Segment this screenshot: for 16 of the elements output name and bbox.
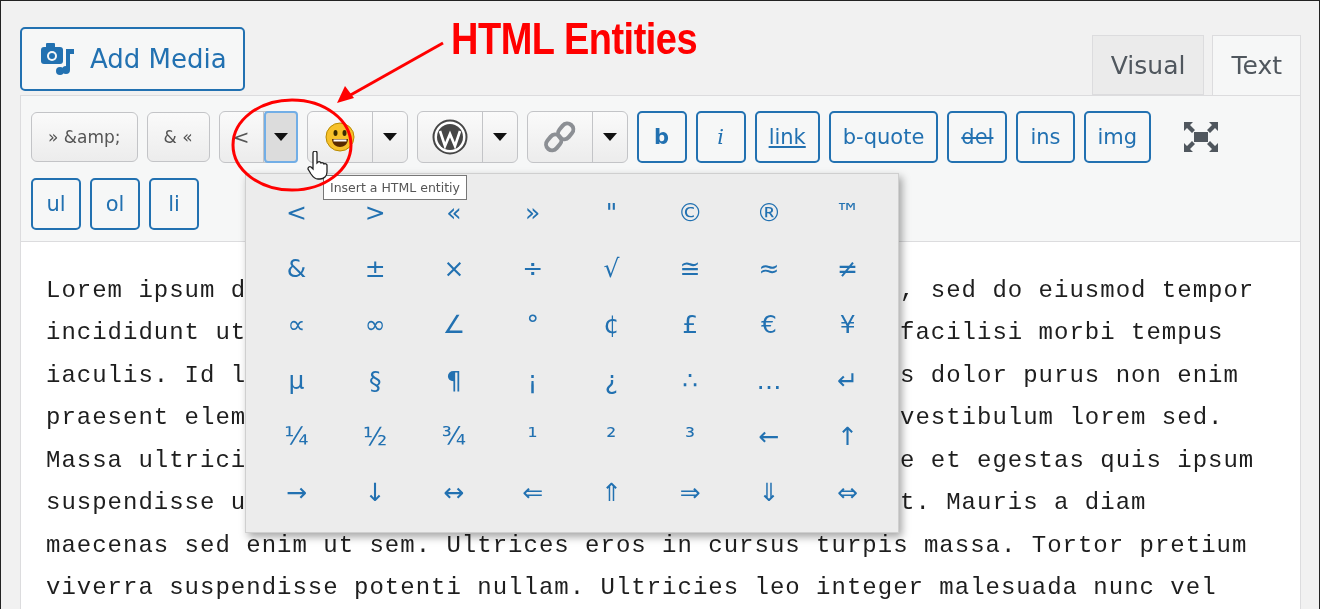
text-line: facilisi morbi tempus xyxy=(900,319,1225,347)
text-line: maecenas sed enim ut sem. Ultrices eros in cursus turpis massa. Tortor pretium xyxy=(46,531,1249,559)
text-line: Lorem ipsum d xyxy=(46,276,246,304)
annotation-label: HTML Entities xyxy=(451,15,698,65)
text-line: e et egestas quis ipsum xyxy=(900,446,1256,474)
text-line: incididunt ut xyxy=(46,319,246,347)
text-line: iaculis. Id l xyxy=(46,361,246,389)
tooltip: Insert a HTML entitiy xyxy=(323,175,467,200)
text-line: viverra suspendisse potenti nullam. Ultricies leo integer malesuada nunc vel xyxy=(46,574,1218,602)
text-line: , sed do eiusmod tempor xyxy=(900,276,1256,304)
text-line: suspendisse u xyxy=(46,489,246,517)
text-line: t. Mauris a diam xyxy=(900,489,1148,517)
text-line: vestibulum lorem sed. xyxy=(900,404,1225,432)
text-line: s dolor purus non enim xyxy=(900,361,1240,389)
text-line: praesent elem xyxy=(46,404,246,432)
text-line: Massa ultrici xyxy=(46,446,246,474)
